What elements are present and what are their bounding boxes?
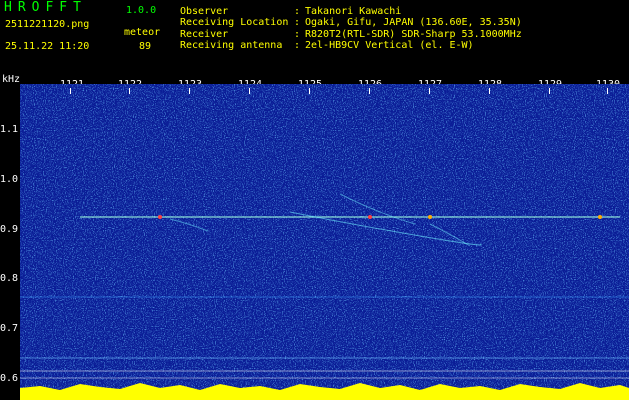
y-tick-label: 1.0 bbox=[0, 174, 19, 185]
spectrum-noise bbox=[20, 84, 629, 400]
location-label: Receiving Location bbox=[180, 17, 289, 28]
x-tick bbox=[489, 88, 490, 94]
x-tick bbox=[369, 88, 370, 94]
y-tick-label: 1.1 bbox=[0, 124, 19, 135]
x-tick bbox=[607, 88, 608, 94]
antenna-label: Receiving antenna bbox=[180, 40, 283, 51]
x-tick bbox=[309, 88, 310, 94]
spectrogram bbox=[20, 84, 629, 400]
category-label: meteor bbox=[124, 27, 161, 38]
colon: : bbox=[294, 17, 301, 28]
y-tick-label: 0.8 bbox=[0, 273, 19, 284]
x-tick bbox=[70, 88, 71, 94]
meteor-echo bbox=[428, 215, 432, 219]
app-title: HROFFT bbox=[4, 0, 87, 15]
meteor-echo bbox=[158, 215, 162, 219]
app-version: 1.0.0 bbox=[126, 5, 157, 16]
x-tick bbox=[429, 88, 430, 94]
meteor-echo bbox=[598, 215, 602, 219]
header: HROFFT 1.0.0 2511221120.png meteor 25.11… bbox=[0, 0, 629, 76]
x-tick bbox=[129, 88, 130, 94]
spectrogram-plot bbox=[20, 84, 629, 400]
y-tick-label: 0.6 bbox=[0, 373, 19, 384]
antenna-value: 2el-HB9CV Vertical (el. E-W) bbox=[305, 40, 474, 51]
meteor-echo bbox=[368, 215, 372, 219]
x-tick bbox=[549, 88, 550, 94]
y-tick-label: 0.9 bbox=[0, 224, 19, 235]
colon: : bbox=[294, 40, 301, 51]
y-tick-label: 0.7 bbox=[0, 323, 19, 334]
meteor-count: 89 bbox=[139, 41, 152, 52]
location-value: Ogaki, Gifu, JAPAN (136.60E, 35.35N) bbox=[305, 17, 522, 28]
x-tick bbox=[249, 88, 250, 94]
date-time: 25.11.22 11:20 bbox=[5, 41, 90, 52]
x-tick bbox=[189, 88, 190, 94]
file-name: 2511221120.png bbox=[5, 19, 90, 30]
unit-label: kHz bbox=[2, 74, 21, 85]
